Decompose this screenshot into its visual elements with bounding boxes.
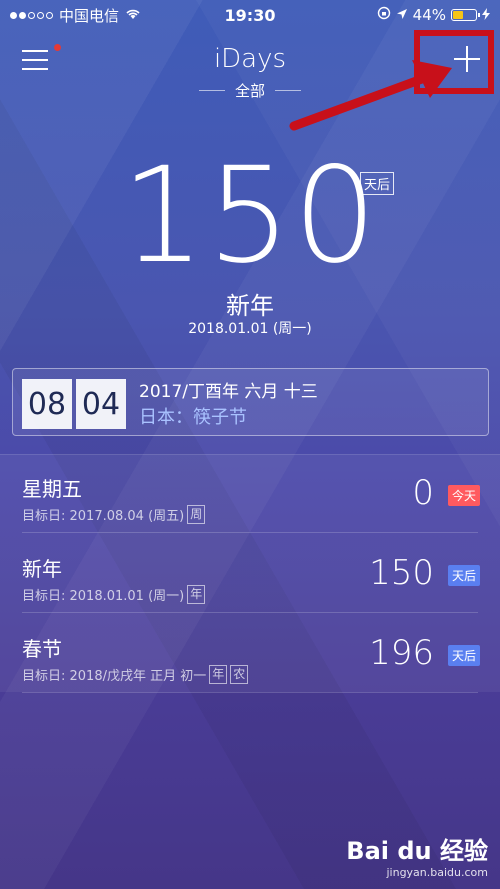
repeat-tag: 周	[187, 505, 206, 524]
status-badge: 今天	[447, 485, 480, 506]
event-target-date: 目标日: 2018.01.01 (周一)	[22, 589, 185, 604]
event-list: 星期五 目标日: 2017.08.04 (周五) 周 0 今天 新年 目标日: …	[0, 454, 500, 693]
watermark-logo: Bai du 经验	[346, 837, 488, 865]
wifi-icon	[125, 6, 141, 24]
list-item[interactable]: 春节 目标日: 2018/戊戌年 正月 初一 年 农 196 天后	[0, 615, 500, 693]
today-day: 04	[76, 379, 126, 429]
status-badge: 天后	[447, 565, 480, 586]
hero-countdown: 150	[121, 139, 379, 293]
rotation-lock-icon	[377, 6, 391, 24]
annotation-arrow	[289, 60, 452, 131]
hero-event-name: 新年	[226, 292, 274, 320]
hero-unit-tag: 天后	[360, 172, 395, 195]
lunar-tag: 农	[230, 665, 249, 684]
today-card[interactable]: 08 04 2017/丁酉年 六月 十三 日本：筷子节	[12, 368, 489, 436]
event-name: 春节	[22, 637, 62, 661]
event-target-date: 目标日: 2017.08.04 (周五)	[22, 509, 185, 524]
charging-icon	[482, 6, 490, 24]
event-name: 新年	[22, 557, 62, 581]
event-count: 196	[369, 633, 434, 673]
repeat-tag: 年	[187, 585, 206, 604]
watermark: Bai du 经验 jingyan.baidu.com	[346, 831, 488, 879]
list-item[interactable]: 新年 目标日: 2018.01.01 (周一) 年 150 天后	[0, 535, 500, 613]
event-count: 0	[412, 473, 434, 513]
carrier-label: 中国电信	[59, 6, 120, 25]
holiday-name: 日本：筷子节	[139, 407, 247, 428]
event-count: 150	[369, 553, 434, 593]
status-bar: 中国电信 19:30 44%	[0, 0, 500, 30]
event-target-date: 目标日: 2018/戊戌年 正月 初一	[22, 669, 207, 684]
clock: 19:30	[224, 5, 276, 25]
status-badge: 天后	[447, 645, 480, 666]
event-name: 星期五	[22, 477, 82, 501]
filter-label: 全部	[234, 82, 265, 100]
hero-event-date: 2018.01.01 (周一)	[188, 321, 312, 337]
today-month: 08	[22, 379, 72, 429]
lunar-date: 2017/丁酉年 六月 十三	[139, 382, 318, 402]
watermark-url: jingyan.baidu.com	[386, 866, 488, 879]
signal-icon	[10, 11, 53, 19]
battery-icon	[451, 9, 480, 21]
list-item[interactable]: 星期五 目标日: 2017.08.04 (周五) 周 0 今天	[0, 455, 500, 533]
location-icon	[396, 6, 408, 24]
battery-percent: 44%	[412, 6, 446, 24]
repeat-tag: 年	[209, 665, 228, 684]
